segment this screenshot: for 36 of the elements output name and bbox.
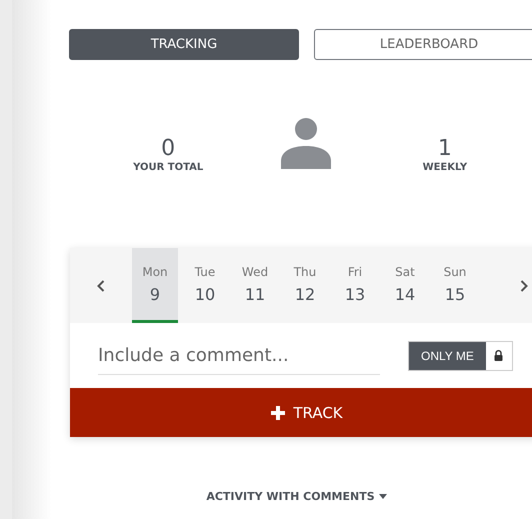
plus-icon [271, 406, 286, 420]
date-label: 15 [444, 284, 466, 304]
weekday-label: Sun [444, 264, 466, 278]
stat-label: YOUR TOTAL [133, 162, 204, 172]
filter-dropdown[interactable]: ACTIVITY WITH COMMENTS [200, 489, 393, 504]
user-icon [280, 117, 332, 169]
track-button[interactable]: TRACK [70, 388, 532, 437]
weekday-label: Mon [142, 264, 168, 278]
day-tab[interactable]: Sun 15 [432, 248, 478, 323]
day-tab[interactable]: Sat 14 [382, 248, 428, 323]
date-label: 13 [344, 284, 366, 304]
date-label: 14 [394, 284, 416, 304]
chevron-left-icon [97, 280, 105, 292]
weekday-label: Fri [348, 264, 362, 278]
date-label: 9 [150, 284, 160, 304]
weekday-label: Wed [242, 264, 268, 278]
visibility-button[interactable]: ONLY ME [408, 340, 513, 370]
date-label: 11 [244, 284, 266, 304]
day-tab[interactable]: Mon 9 [132, 248, 178, 323]
stat-value: 0 [161, 136, 176, 162]
day-tab[interactable]: Wed 11 [232, 248, 278, 323]
weekday-label: Sat [395, 264, 415, 278]
day-tab[interactable]: Tue 10 [182, 248, 228, 323]
date-label: 10 [194, 284, 216, 304]
day-tab[interactable]: Thu 12 [282, 248, 328, 323]
lock-icon [494, 350, 504, 361]
tab[interactable]: TRACKING [69, 29, 299, 60]
day-tab[interactable]: Fri 13 [332, 248, 378, 323]
stat-label: WEEKLY [422, 162, 468, 172]
weekday-label: Tue [194, 264, 216, 278]
date-label: 12 [294, 284, 316, 304]
chevron-right-icon [520, 280, 528, 292]
tab[interactable]: LEADERBOARD [314, 29, 532, 60]
caret-down-icon [378, 494, 387, 499]
weekday-label: Thu [294, 264, 316, 278]
stat-value: 1 [438, 136, 452, 162]
